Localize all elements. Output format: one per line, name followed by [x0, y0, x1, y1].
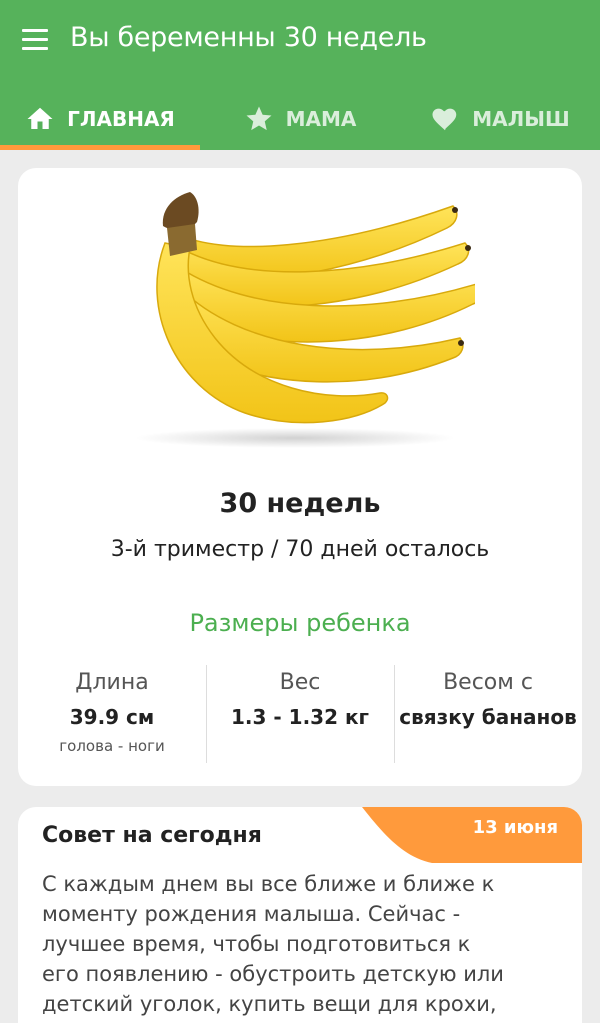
tab-mom-label: МАМА [285, 107, 357, 131]
star-icon [246, 106, 272, 131]
tab-mom[interactable]: МАМА [200, 88, 400, 150]
tip-date: 13 июня [472, 817, 558, 838]
app-bar: Вы беременны 30 недель ГЛАВНАЯ МАМА МАЛЫ… [0, 0, 600, 150]
weeks-title: 30 недель [219, 488, 381, 519]
tab-home-label: ГЛАВНАЯ [67, 107, 175, 131]
tab-bar: ГЛАВНАЯ МАМА МАЛЫШ [0, 88, 600, 150]
stat-weight-label: Вес [279, 670, 321, 695]
trimester-text: 3-й триместр / 70 дней осталось [110, 537, 490, 562]
stat-length-sub: голова - ноги [59, 737, 165, 755]
stat-length-label: Длина [75, 670, 149, 695]
tab-baby[interactable]: МАЛЫШ [400, 88, 600, 150]
baby-sizes-title: Размеры ребенка [189, 609, 411, 637]
stat-compare-value: связку бананов [399, 705, 577, 729]
banana-bunch-image [135, 192, 475, 448]
tip-text: С каждым днем вы все ближе и ближе к мом… [42, 872, 504, 1016]
week-card: 30 недель 3-й триместр / 70 дней осталос… [18, 168, 582, 786]
page-title: Вы беременны 30 недель [70, 22, 427, 53]
tab-baby-label: МАЛЫШ [472, 107, 570, 131]
stat-compare-label: Весом с [443, 670, 533, 695]
stat-weight-value: 1.3 - 1.32 кг [231, 705, 369, 729]
stat-weight: Вес 1.3 - 1.32 кг [206, 665, 394, 763]
baby-stats: Длина 39.9 см голова - ноги Вес 1.3 - 1.… [18, 665, 582, 763]
stat-compare: Весом с связку бананов [394, 665, 582, 763]
heart-icon [432, 108, 457, 131]
tip-card[interactable]: Совет на сегодня 13 июня С каждым днем в… [18, 807, 582, 1023]
stat-length-value: 39.9 см [69, 705, 155, 729]
menu-icon[interactable] [22, 29, 48, 51]
tip-title: Совет на сегодня [42, 823, 262, 848]
tab-home[interactable]: ГЛАВНАЯ [0, 88, 200, 150]
stat-length: Длина 39.9 см голова - ноги [18, 665, 206, 763]
home-icon [27, 107, 53, 129]
